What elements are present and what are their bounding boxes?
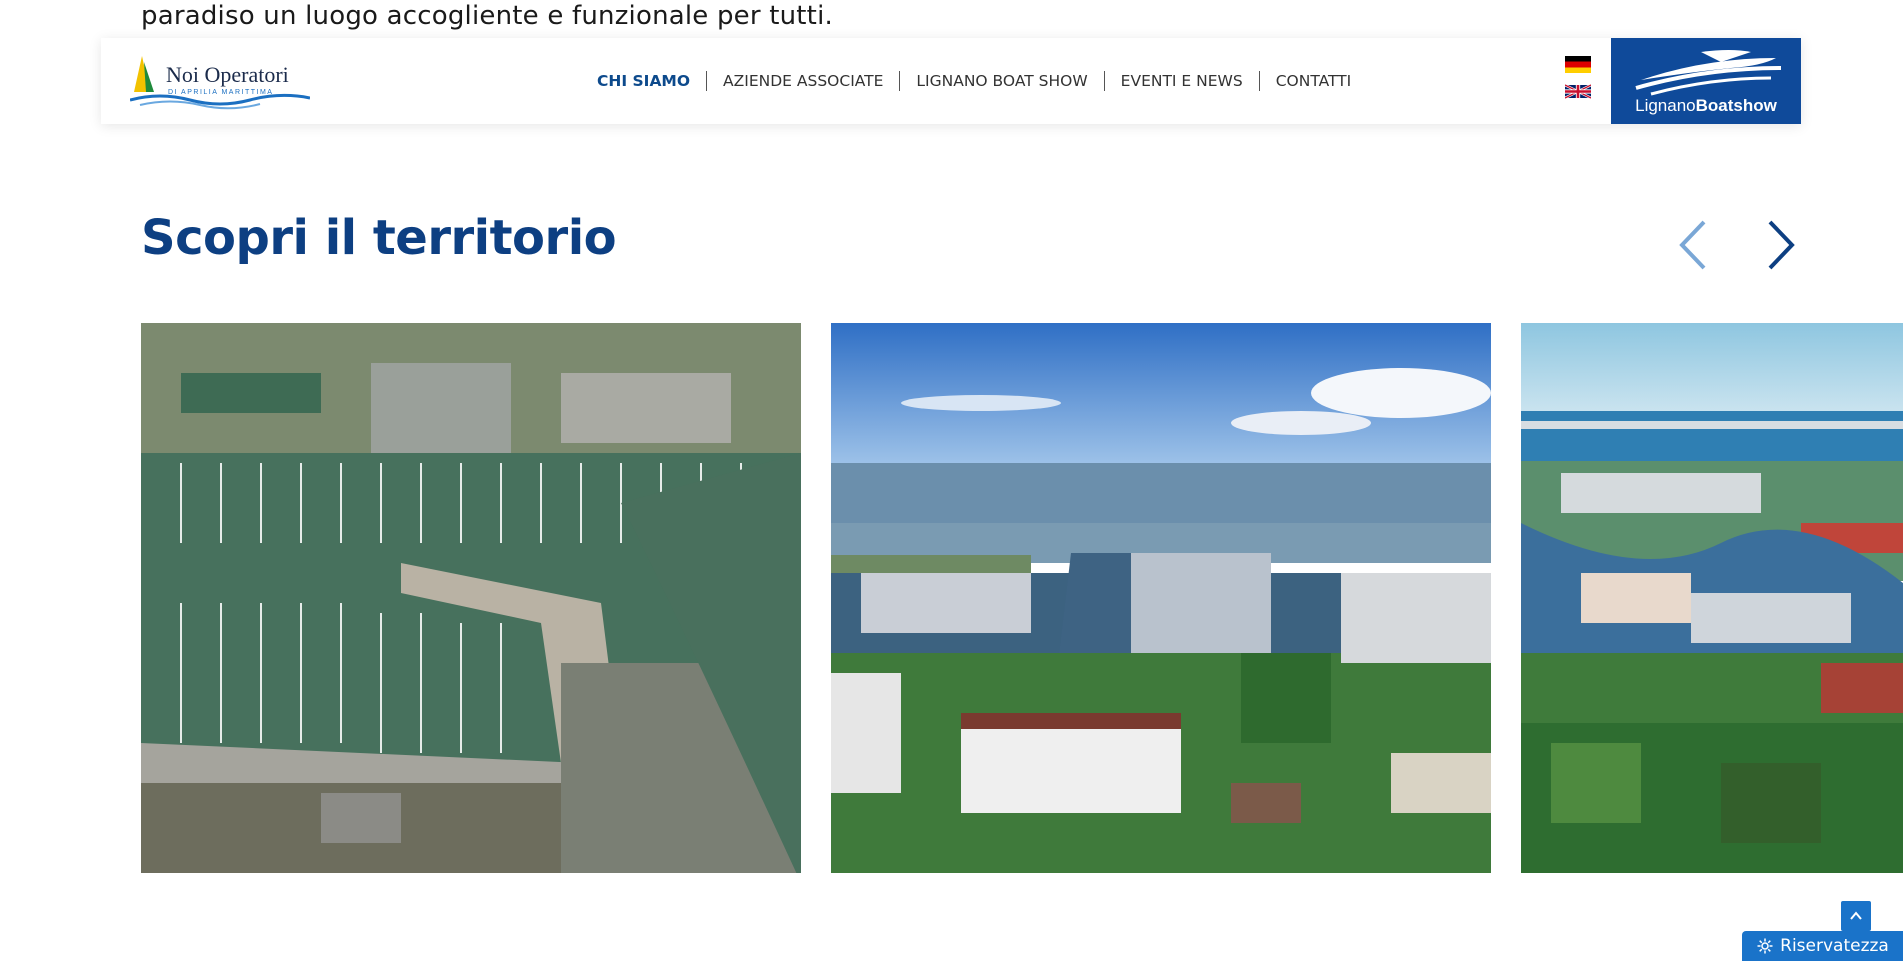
- boatshow-label: LignanoBoatshow: [1635, 96, 1777, 115]
- main-nav: CHI SIAMO AZIENDE ASSOCIATE LIGNANO BOAT…: [581, 38, 1367, 124]
- scroll-top-button[interactable]: [1841, 901, 1871, 931]
- boatshow-banner[interactable]: LignanoBoatshow: [1611, 38, 1801, 124]
- chevron-right-icon: [1768, 220, 1795, 270]
- marina-aerial-photo: [141, 323, 801, 873]
- logo-subtitle: DI APRILIA MARITTIMA: [168, 89, 273, 96]
- yacht-icon: [1635, 50, 1782, 96]
- gallery-card-lagoon-marina[interactable]: [831, 323, 1491, 873]
- nav-contatti[interactable]: CONTATTI: [1258, 71, 1368, 91]
- nav-aziende-associate[interactable]: AZIENDE ASSOCIATE: [706, 71, 899, 91]
- lagoon-marina-photo: [831, 323, 1491, 873]
- logo-name: Noi Operatori: [166, 62, 289, 87]
- nav-chi-siamo[interactable]: CHI SIAMO: [581, 71, 706, 91]
- privacy-label: Riservatezza: [1780, 936, 1889, 956]
- chevron-up-icon: [1850, 911, 1862, 920]
- chevron-left-icon: [1679, 220, 1706, 270]
- carousel-prev-button[interactable]: [1676, 218, 1712, 272]
- logo-graphic: Noi Operatori DI APRILIA MARITTIMA: [129, 56, 311, 110]
- harbor-coast-photo: [1521, 323, 1903, 873]
- intro-paragraph: paradiso un luogo accogliente e funziona…: [141, 1, 833, 31]
- site-logo[interactable]: Noi Operatori DI APRILIA MARITTIMA: [129, 52, 311, 110]
- carousel-next-button[interactable]: [1762, 218, 1798, 272]
- gallery-card-marina-aerial[interactable]: [141, 323, 801, 873]
- language-switcher: [1564, 56, 1592, 110]
- section-title: Scopri il territorio: [141, 210, 617, 266]
- gallery-card-harbor-coast[interactable]: [1521, 323, 1903, 873]
- gear-icon: [1757, 938, 1773, 954]
- nav-lignano-boat-show[interactable]: LIGNANO BOAT SHOW: [899, 71, 1103, 91]
- nav-eventi-e-news[interactable]: EVENTI E NEWS: [1103, 71, 1259, 91]
- site-header: Noi Operatori DI APRILIA MARITTIMA CHI S…: [101, 38, 1801, 124]
- privacy-button[interactable]: Riservatezza: [1742, 931, 1903, 961]
- flag-de-icon[interactable]: [1565, 56, 1591, 73]
- flag-uk-icon[interactable]: [1564, 83, 1592, 100]
